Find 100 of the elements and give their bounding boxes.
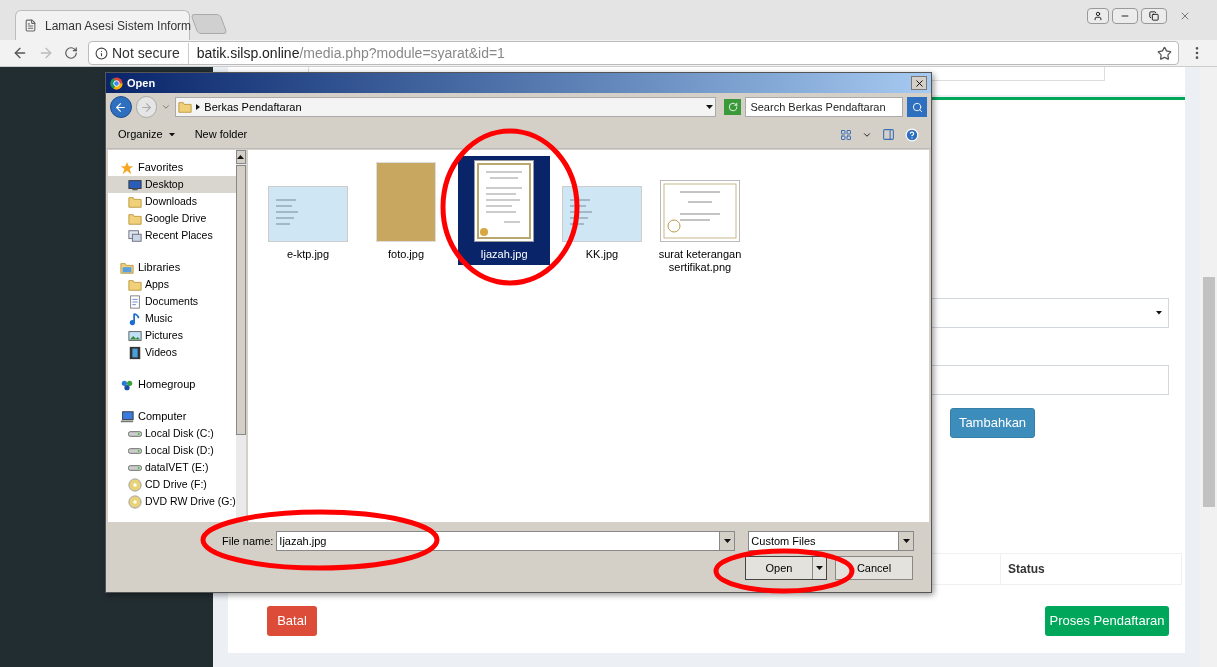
view-icon[interactable] (840, 128, 852, 141)
help-icon[interactable] (905, 127, 919, 142)
folder-icon (128, 194, 142, 209)
cancel-button[interactable]: Cancel (835, 556, 913, 580)
caret-icon (168, 132, 175, 137)
drive-icon (128, 430, 142, 437)
caret-icon (902, 539, 910, 543)
nav-item[interactable]: Documents (108, 293, 236, 310)
file-name-label: File name: (222, 533, 274, 549)
page-icon (24, 19, 37, 32)
nav-item[interactable]: Videos (108, 344, 236, 361)
security-label: Not secure (112, 42, 189, 64)
picture-icon (128, 328, 142, 343)
close-button[interactable] (911, 76, 927, 90)
nav-group[interactable]: Computer (108, 408, 236, 425)
file-name: Ijazah.jpg (480, 248, 528, 261)
file-item[interactable]: foto.jpg (360, 156, 452, 265)
nav-item[interactable]: Google Drive (108, 210, 236, 227)
caret-icon (1156, 311, 1162, 315)
dropdown-button[interactable] (719, 532, 735, 550)
forward-arrow-icon (140, 100, 154, 114)
scrollbar[interactable] (235, 150, 246, 522)
file-name: foto.jpg (387, 248, 425, 261)
folder-icon (128, 277, 142, 292)
file-item[interactable]: e-ktp.jpg (262, 156, 354, 265)
disc-icon (128, 477, 142, 492)
file-item[interactable]: surat keterangan sertifikat.png (654, 156, 746, 278)
search-field[interactable]: Search Berkas Pendaftaran (745, 97, 904, 117)
drive-icon (128, 464, 142, 471)
file-item[interactable]: KK.jpg (556, 156, 648, 265)
star-icon (120, 160, 134, 175)
file-name: e-ktp.jpg (286, 248, 330, 261)
recent-places-icon (128, 228, 142, 243)
info-icon (95, 46, 108, 60)
cancel-button[interactable]: Batal (267, 606, 317, 636)
caret-icon (816, 566, 823, 570)
search-button[interactable] (907, 97, 927, 117)
caret-icon (723, 539, 731, 543)
document-icon (128, 294, 142, 309)
reload-icon[interactable] (64, 46, 78, 60)
back-icon[interactable] (12, 45, 28, 61)
back-arrow-icon (114, 100, 128, 114)
nav-item[interactable]: Apps (108, 276, 236, 293)
library-icon (120, 260, 134, 275)
dialog-title: Open (127, 75, 156, 91)
back-button[interactable] (110, 96, 132, 118)
nav-item[interactable]: Local Disk (C:) (108, 425, 236, 442)
tab-title: Laman Asesi Sistem Inform (45, 17, 192, 35)
dropdown-button[interactable] (898, 532, 914, 550)
folder-icon (128, 211, 142, 226)
refresh-button[interactable] (723, 99, 742, 115)
monitor-icon (128, 177, 142, 192)
scroll-up-icon[interactable] (237, 155, 245, 159)
folder-icon (178, 100, 193, 114)
open-button[interactable]: Open (745, 556, 827, 580)
file-item[interactable]: Ijazah.jpg (458, 156, 550, 265)
music-note-icon (128, 311, 142, 326)
computer-icon (120, 409, 134, 424)
nav-item[interactable]: CD Drive (F:) (108, 476, 236, 493)
refresh-icon (727, 102, 738, 112)
table-header: Status (1007, 561, 1045, 578)
chevron-right-icon (196, 104, 201, 110)
close-icon (1179, 10, 1191, 22)
browser-tab[interactable]: Laman Asesi Sistem Inform (15, 10, 190, 40)
nav-group[interactable]: Libraries (108, 259, 236, 276)
address-field[interactable]: Not secure batik.silsp.online/media.php?module=syarat&id=1 (88, 41, 1179, 65)
nav-item[interactable]: Music (108, 310, 236, 327)
file-name: surat keterangan sertifikat.png (657, 248, 743, 274)
location-text: Berkas Pendaftaran (204, 99, 302, 115)
film-icon (128, 345, 142, 360)
person-icon (1093, 11, 1103, 21)
restore-button[interactable] (1141, 8, 1167, 24)
nav-item[interactable]: dataIVET (E:) (108, 459, 236, 476)
nav-item[interactable]: DVD RW Drive (G:) (108, 493, 236, 510)
profile-button[interactable] (1087, 8, 1109, 24)
nav-item[interactable]: Downloads (108, 193, 236, 210)
app-logo-icon (110, 76, 123, 90)
scrollbar[interactable] (1200, 67, 1217, 667)
close-icon (913, 77, 925, 89)
nav-item[interactable]: Pictures (108, 327, 236, 344)
restore-icon (1149, 11, 1159, 21)
file-name: KK.jpg (585, 248, 619, 261)
url-text: batik.silsp.online/media.php?module=syarat&id=1 (196, 43, 505, 63)
file-name-field[interactable]: Ijazah.jpg (276, 531, 736, 551)
disc-icon (128, 494, 142, 509)
search-icon (911, 101, 923, 113)
preview-pane-icon[interactable] (882, 128, 895, 141)
file-type-dropdown[interactable]: Custom Files (748, 531, 915, 551)
drive-icon (128, 447, 142, 454)
add-button[interactable]: Tambahkan (950, 408, 1035, 438)
location-field[interactable]: Berkas Pendaftaran (175, 97, 716, 117)
nav-group[interactable]: Homegroup (108, 376, 236, 393)
nav-item[interactable]: Recent Places (108, 227, 236, 244)
nav-item[interactable]: Local Disk (D:) (108, 442, 236, 459)
bookmark-star-icon[interactable] (1157, 45, 1172, 61)
nav-group[interactable]: Favorites (108, 159, 236, 176)
organize-button[interactable]: Organize (118, 126, 175, 143)
nav-item[interactable]: Desktop (108, 176, 236, 193)
caret-icon (705, 105, 713, 109)
new-folder-button[interactable]: New folder (194, 126, 248, 143)
